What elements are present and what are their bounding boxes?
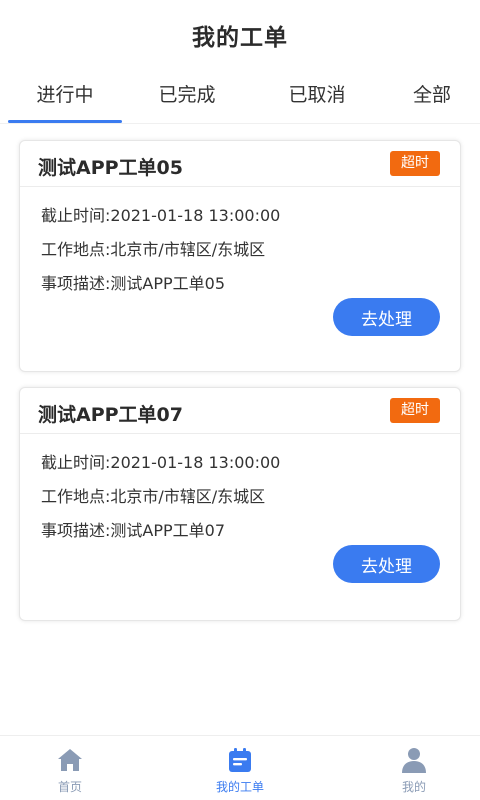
user-icon: [402, 748, 426, 773]
work-order-card[interactable]: 测试APP工单07 超时 截止时间:2021-01-18 13:00:00 工作…: [19, 387, 461, 621]
deadline-text: 截止时间:2021-01-18 13:00:00: [41, 453, 281, 472]
card-header: 测试APP工单05 超时: [20, 141, 460, 187]
tab-in-progress[interactable]: 进行中: [8, 80, 122, 107]
nav-item-profile[interactable]: 我的: [354, 736, 474, 800]
app-root: 我的工单 进行中 已完成 已取消 全部 测试APP工单05 超时 截止时间:20…: [0, 0, 480, 800]
tab-divider: [0, 123, 480, 124]
nav-item-home[interactable]: 首页: [10, 736, 130, 800]
nav-label: 我的: [401, 780, 426, 794]
location-text: 工作地点:北京市/市辖区/东城区: [41, 487, 266, 506]
tab-all[interactable]: 全部: [380, 80, 480, 107]
work-order-title: 测试APP工单07: [38, 404, 183, 426]
description-text: 事项描述:测试APP工单05: [41, 274, 225, 293]
work-order-title: 测试APP工单05: [38, 157, 183, 179]
nav-label: 首页: [57, 780, 82, 794]
page-title: 我的工单: [192, 25, 288, 51]
process-button[interactable]: 去处理: [333, 298, 440, 336]
home-icon: [58, 749, 82, 771]
card-header: 测试APP工单07 超时: [20, 388, 460, 434]
process-button[interactable]: 去处理: [333, 545, 440, 583]
nav-label: 我的工单: [215, 780, 264, 794]
nav-item-work-orders[interactable]: 我的工单: [180, 736, 300, 800]
status-badge: 超时: [390, 151, 440, 176]
status-badge: 超时: [390, 398, 440, 423]
location-text: 工作地点:北京市/市辖区/东城区: [41, 240, 266, 259]
tab-bar: 进行中 已完成 已取消 全部: [0, 70, 480, 124]
tab-completed[interactable]: 已完成: [130, 80, 244, 107]
work-order-icon: [229, 748, 251, 772]
bottom-nav: 首页 我的工单 我的: [0, 735, 480, 800]
description-text: 事项描述:测试APP工单07: [41, 521, 225, 540]
deadline-text: 截止时间:2021-01-18 13:00:00: [41, 206, 281, 225]
work-order-card[interactable]: 测试APP工单05 超时 截止时间:2021-01-18 13:00:00 工作…: [19, 140, 461, 372]
tab-cancelled[interactable]: 已取消: [260, 80, 374, 107]
